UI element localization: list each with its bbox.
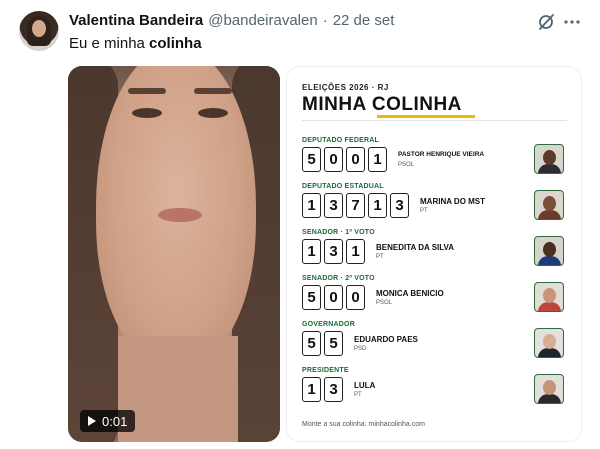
candidate-name: PASTOR HENRIQUE VIEIRA	[398, 151, 485, 158]
number-digit: 0	[346, 285, 365, 310]
office-label: PRESIDENTE	[302, 367, 349, 374]
number-digit: 1	[302, 239, 321, 264]
office-label: DEPUTADO FEDERAL	[302, 137, 379, 144]
candidate-photo-body	[538, 394, 561, 403]
title-underline	[377, 115, 475, 118]
office-label: DEPUTADO ESTADUAL	[302, 183, 384, 190]
candidate-number: 55	[302, 331, 343, 356]
candidate-photo	[534, 190, 564, 220]
title-divider	[302, 120, 567, 121]
video-duration: 0:01	[102, 413, 128, 429]
candidate-name: MONICA BENICIO	[376, 289, 444, 298]
video-brow-right	[194, 88, 232, 94]
video-face	[96, 66, 256, 366]
number-digit: 1	[346, 239, 365, 264]
video-brow-left	[128, 88, 166, 94]
office-label: SENADOR · 1º VOTO	[302, 229, 375, 236]
candidate-photo-face	[543, 288, 556, 303]
candidate-photo-body	[538, 256, 561, 265]
card-kicker: ELEIÇÕES 2026 · RJ	[302, 83, 389, 92]
more-icon[interactable]	[563, 13, 581, 31]
tweet-date[interactable]: 22 de set	[333, 12, 395, 29]
candidate-photo-face	[543, 242, 556, 257]
candidate-party: PT	[420, 208, 428, 214]
candidate-photo-face	[543, 150, 556, 165]
number-digit: 5	[324, 331, 343, 356]
number-digit: 1	[368, 147, 387, 172]
tweet-text-bold: colinha	[149, 35, 202, 52]
grok-icon[interactable]	[537, 13, 555, 31]
candidate-name: LULA	[354, 381, 376, 390]
candidate-photo-body	[538, 210, 561, 219]
number-digit: 0	[324, 285, 343, 310]
office-label: SENADOR · 2º VOTO	[302, 275, 375, 282]
candidate-photo	[534, 374, 564, 404]
video-lips	[158, 208, 202, 222]
candidate-photo	[534, 282, 564, 312]
candidate-party: PT	[354, 392, 362, 398]
candidate-photo	[534, 236, 564, 266]
candidate-photo-face	[543, 380, 556, 395]
candidate-name: BENEDITA DA SILVA	[376, 243, 455, 252]
candidate-photo-face	[543, 334, 556, 349]
candidate-party: PSOL	[376, 300, 393, 306]
avatar[interactable]	[19, 11, 59, 51]
number-digit: 3	[324, 377, 343, 402]
author-name[interactable]: Valentina Bandeira	[69, 12, 203, 29]
author-handle[interactable]: @bandeiravalen	[208, 12, 317, 29]
number-digit: 7	[346, 193, 365, 218]
header-separator: ·	[322, 12, 328, 29]
video-play-badge[interactable]: 0:01	[80, 410, 136, 432]
card-title: MINHA COLINHA	[302, 94, 462, 115]
office-label: GOVERNADOR	[302, 321, 355, 328]
number-digit: 1	[302, 193, 321, 218]
number-digit: 3	[324, 239, 343, 264]
number-digit: 5	[302, 147, 321, 172]
candidate-name: MARINA DO MST	[420, 197, 486, 206]
candidate-number: 13	[302, 377, 343, 402]
candidate-party: PSOL	[398, 162, 415, 168]
tweet: Valentina Bandeira @bandeiravalen · 22 d…	[0, 0, 600, 449]
candidate-number: 500	[302, 285, 365, 310]
candidate-photo-face	[543, 196, 556, 211]
candidate-photo-body	[538, 302, 561, 311]
colinha-card[interactable]: ELEIÇÕES 2026 · RJ MINHA COLINHA DEPUTAD…	[286, 66, 582, 442]
avatar-face	[32, 20, 46, 37]
candidate-number: 131	[302, 239, 365, 264]
number-digit: 1	[302, 377, 321, 402]
candidate-party: PT	[376, 254, 384, 260]
tweet-header: Valentina Bandeira @bandeiravalen · 22 d…	[69, 12, 394, 32]
candidate-name: EDUARDO PAES	[354, 335, 418, 344]
video-eye-right	[198, 108, 228, 118]
number-digit: 5	[302, 331, 321, 356]
card-footer: Monte a sua colinha: minhacolinha.com	[302, 421, 425, 428]
number-digit: 3	[390, 193, 409, 218]
number-digit: 5	[302, 285, 321, 310]
candidate-photo-body	[538, 348, 561, 357]
tweet-text: Eu e minha colinha	[69, 35, 202, 52]
number-digit: 0	[346, 147, 365, 172]
video-neck	[118, 336, 238, 442]
number-digit: 3	[324, 193, 343, 218]
candidate-photo	[534, 144, 564, 174]
candidate-photo-body	[538, 164, 561, 173]
candidate-photo	[534, 328, 564, 358]
tweet-text-prefix: Eu e minha	[69, 35, 150, 52]
number-digit: 0	[324, 147, 343, 172]
play-icon[interactable]	[88, 416, 96, 426]
candidate-number: 13713	[302, 193, 409, 218]
candidate-number: 5001	[302, 147, 387, 172]
video-eye-left	[132, 108, 162, 118]
number-digit: 1	[368, 193, 387, 218]
video-player[interactable]	[68, 66, 280, 442]
candidate-party: PSD	[354, 346, 367, 352]
